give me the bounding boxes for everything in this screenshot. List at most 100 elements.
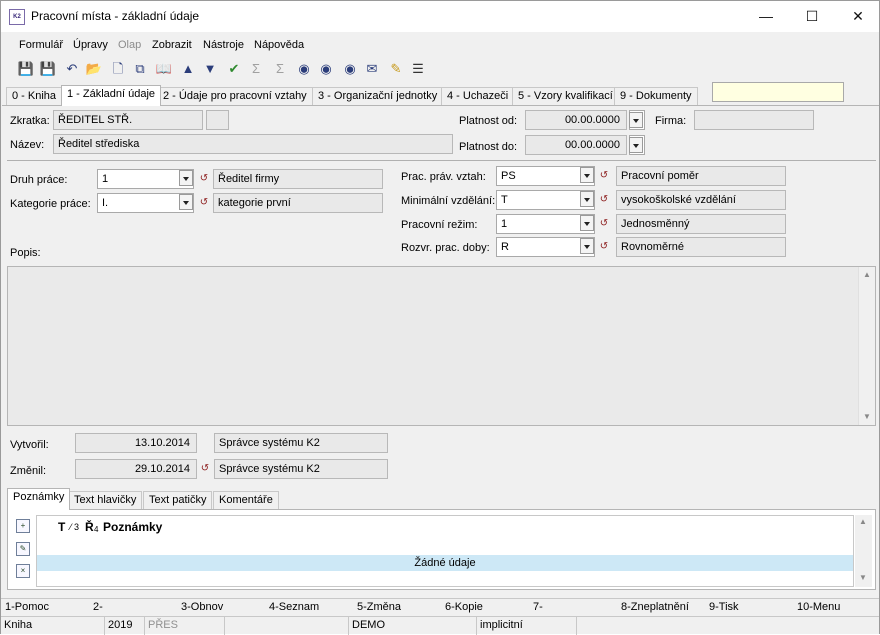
prac-prav-vztah-dropdown[interactable] [578,166,595,186]
delete-note-icon[interactable]: × [16,564,30,578]
find-next-icon[interactable]: ◉ [317,60,335,78]
col-row[interactable]: Ř [85,520,94,534]
sum-filter-icon[interactable]: Σ [271,60,289,78]
col-type[interactable]: T [58,520,65,534]
tab-organizacni-jednotky[interactable]: 3 - Organizační jednotky [312,87,444,106]
fkey-5[interactable]: 5-Změna [357,601,401,613]
add-note-icon[interactable]: + [16,519,30,533]
menu-zobrazit[interactable]: Zobrazit [152,39,192,51]
save-icon[interactable]: 💾 [17,60,35,78]
kategorie-prace-dropdown[interactable] [177,193,194,213]
zkratka-field[interactable]: ŘEDITEL STŘ. [53,110,203,130]
fkey-2[interactable]: 2- [93,601,103,613]
popis-memo[interactable]: ▲ ▼ [7,266,876,426]
quick-search-input[interactable] [712,82,844,102]
popis-scrollbar[interactable]: ▲ ▼ [858,267,875,425]
subtab-poznamky[interactable]: Poznámky [7,488,71,510]
subtab-komentare[interactable]: Komentáře [213,491,279,510]
min-vzdelani-dropdown[interactable] [578,190,595,210]
maximize-icon[interactable]: ☐ [789,1,835,32]
open-folder-icon[interactable]: 📂 [85,60,103,78]
menu-formular[interactable]: Formulář [19,39,63,51]
menu-napoveda[interactable]: Nápověda [254,39,304,51]
zkratka-extra-field[interactable] [206,110,229,130]
arrow-up-icon[interactable]: ▲ [179,60,197,78]
undo-icon[interactable]: ↶ [63,60,81,78]
tab-dokumenty[interactable]: 9 - Dokumenty [614,87,698,106]
platnost-od-dropdown[interactable] [629,110,645,130]
tab-vzory-kvalifikaci[interactable]: 5 - Vzory kvalifikací [512,87,619,106]
fkey-9[interactable]: 9-Tisk [709,601,739,613]
arrow-down-icon[interactable]: ▼ [201,60,219,78]
minimize-icon[interactable]: — [743,1,789,32]
prac-rezim-label: Pracovní režim: [401,219,478,231]
menu-lines-icon[interactable]: ☰ [409,60,427,78]
edit-note-icon[interactable]: ✎ [387,60,405,78]
zmenil-date: 29.10.2014 [75,459,197,479]
scroll-up-icon[interactable]: ▲ [859,517,867,526]
tab-zakladni-udaje[interactable]: 1 - Základní údaje [61,85,162,106]
rozvr-prac-doby-dropdown[interactable] [578,237,595,257]
relation-icon[interactable]: ↺ [599,195,609,205]
prac-rezim-dropdown[interactable] [578,214,595,234]
col-order[interactable]: ⁄ 3 [70,522,79,532]
platnost-do-field[interactable]: 00.00.0000 [525,135,627,155]
relation-icon[interactable]: ↺ [199,198,209,208]
subtab-text-paticky[interactable]: Text patičky [143,491,213,510]
chevron-down-icon [580,167,594,183]
scroll-down-icon[interactable]: ▼ [859,573,867,582]
edit-note-icon[interactable]: ✎ [16,542,30,556]
find-filter-icon[interactable]: ◉ [341,60,359,78]
fkey-3[interactable]: 3-Obnov [181,601,223,613]
vytvoril-date: 13.10.2014 [75,433,197,453]
sum-icon[interactable]: Σ [247,60,265,78]
menu-nastroje[interactable]: Nástroje [203,39,244,51]
chevron-down-icon [629,137,643,153]
col-poznamky[interactable]: Poznámky [103,520,162,534]
prac-rezim-desc: Jednosměnný [616,214,786,234]
notes-empty-row: Žádné údaje [37,555,853,571]
title-bar: K2 Pracovní místa - základní údaje — ☐ ✕ [1,1,879,32]
tab-uchazeci[interactable]: 4 - Uchazeči [441,87,515,106]
fkey-1[interactable]: 1-Pomoc [5,601,49,613]
fkey-8[interactable]: 8-Zneplatnění [621,601,689,613]
relation-icon[interactable]: ↺ [199,174,209,184]
zkratka-label: Zkratka: [10,115,50,127]
scroll-down-icon[interactable]: ▼ [859,409,875,425]
relation-icon[interactable]: ↺ [599,219,609,229]
platnost-od-field[interactable]: 00.00.0000 [525,110,627,130]
platnost-do-dropdown[interactable] [629,135,645,155]
fkey-7[interactable]: 7- [533,601,543,613]
binoculars-icon[interactable]: ◉ [295,60,313,78]
notes-grid-header: T ⁄ 3 Ř 4 Poznámky [37,516,853,538]
new-document-icon[interactable]: 🗋 [109,60,127,78]
relation-icon[interactable]: ↺ [599,242,609,252]
filter-check-icon[interactable]: ✔ [225,60,243,78]
chevron-down-icon [580,238,594,254]
druh-prace-dropdown[interactable] [177,169,194,189]
fkey-10[interactable]: 10-Menu [797,601,840,613]
relation-icon[interactable]: ↺ [200,464,210,474]
fkey-4[interactable]: 4-Seznam [269,601,319,613]
notes-scrollbar[interactable]: ▲ ▼ [855,515,872,587]
mail-icon[interactable]: ✉ [363,60,381,78]
book-icon[interactable]: 📖 [155,60,173,78]
save-close-icon[interactable]: 💾 [39,60,57,78]
scroll-up-icon[interactable]: ▲ [859,267,875,283]
subtab-text-hlavicky[interactable]: Text hlavičky [68,491,143,510]
chevron-down-icon [629,112,643,128]
close-icon[interactable]: ✕ [835,1,880,32]
main-window: K2 Pracovní místa - základní údaje — ☐ ✕… [0,0,880,635]
notes-grid[interactable]: T ⁄ 3 Ř 4 Poznámky Žádné údaje [36,515,854,587]
relation-icon[interactable]: ↺ [599,171,609,181]
tab-kniha[interactable]: 0 - Kniha [6,87,63,106]
tab-udaje-pro-pracovni-vztahy[interactable]: 2 - Údaje pro pracovní vztahy [157,87,313,106]
menu-upravy[interactable]: Úpravy [73,39,108,51]
firma-combo[interactable] [694,110,814,130]
menu-olap[interactable]: Olap [118,39,141,51]
nazev-field[interactable]: Ředitel střediska [53,134,453,154]
menu-bar: Formulář Úpravy Olap Zobrazit Nástroje N… [1,35,879,57]
copy-icon[interactable]: ⧉ [131,60,149,78]
notes-panel: + ✎ × T ⁄ 3 Ř 4 Poznámky Žádné údaje ▲ ▼ [7,509,876,590]
fkey-6[interactable]: 6-Kopie [445,601,483,613]
